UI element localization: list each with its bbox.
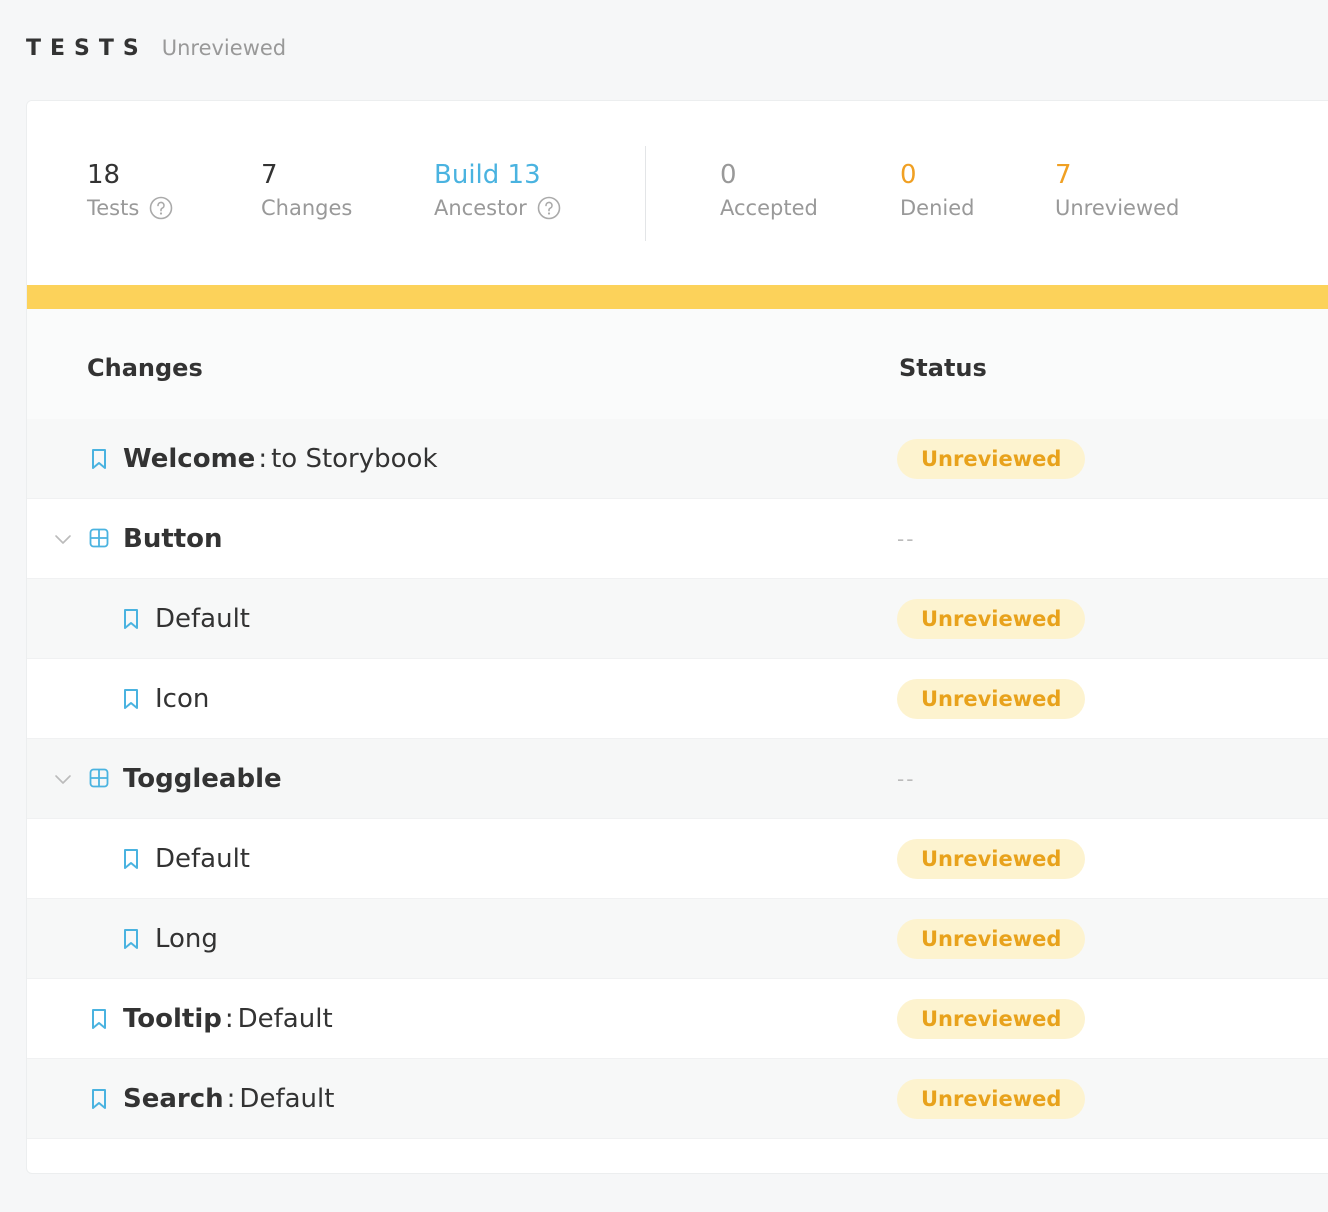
status-badge: Unreviewed (897, 918, 1086, 959)
bookmark-icon (89, 1008, 109, 1030)
status-badge: Unreviewed (897, 838, 1086, 879)
tests-card: 18 Tests 7 Changes Build 13 Ancestor 0 A… (26, 100, 1328, 1174)
stat-tests: 18 Tests (87, 159, 173, 225)
changes-list: Welcome: to Storybook Unreviewed Button -- De… (27, 419, 1328, 1139)
stat-denied-value: 0 (900, 160, 917, 190)
row-name: Toggleable (123, 763, 282, 794)
review-progress-bar (27, 285, 1328, 309)
stat-tests-label: Tests (87, 196, 140, 220)
ancestor-build-link[interactable]: Build 13 (434, 159, 561, 191)
build-summary: 18 Tests 7 Changes Build 13 Ancestor 0 A… (27, 101, 1328, 285)
component-grid-icon (89, 528, 109, 550)
story-name: Default (239, 1083, 335, 1114)
story-row[interactable]: Default Unreviewed (27, 819, 1328, 899)
bookmark-icon (121, 848, 141, 870)
status-badge: Unreviewed (897, 1078, 1086, 1119)
stat-ancestor-label: Ancestor (434, 196, 527, 220)
progress-unreviewed-fill (27, 285, 1328, 309)
stat-changes: 7 Changes (261, 159, 352, 225)
story-row[interactable]: Tooltip: Default Unreviewed (27, 979, 1328, 1059)
story-row[interactable]: Search: Default Unreviewed (27, 1059, 1328, 1139)
stat-accepted: 0 Accepted (720, 159, 818, 225)
story-row[interactable]: Icon Unreviewed (27, 659, 1328, 739)
component-group-row[interactable]: Toggleable -- (27, 739, 1328, 819)
page-subtitle: Unreviewed (161, 36, 287, 60)
status-empty: -- (897, 526, 916, 551)
status-badge: Unreviewed (897, 998, 1086, 1039)
summary-divider (645, 146, 646, 241)
story-name: to Storybook (271, 443, 438, 474)
stat-denied: 0 Denied (900, 159, 974, 225)
row-name: Long (155, 923, 218, 954)
row-name: Button (123, 523, 223, 554)
row-name: Tooltip: Default (123, 1004, 333, 1034)
column-header-changes: Changes (87, 354, 203, 382)
name-separator: : (226, 1083, 236, 1114)
stat-tests-value: 18 (87, 160, 121, 190)
story-row[interactable]: Default Unreviewed (27, 579, 1328, 659)
component-name: Search (123, 1083, 224, 1114)
row-name: Icon (155, 683, 210, 714)
bookmark-icon (121, 608, 141, 630)
stat-unreviewed-label: Unreviewed (1055, 196, 1180, 220)
component-grid-icon (89, 768, 109, 790)
chevron-down-icon[interactable] (53, 769, 73, 789)
component-name: Welcome (123, 443, 256, 474)
stat-denied-label: Denied (900, 196, 975, 220)
page-header: TESTS Unreviewed (26, 30, 286, 66)
row-name: Default (155, 843, 250, 874)
stat-changes-label: Changes (261, 196, 353, 220)
stat-accepted-label: Accepted (720, 196, 818, 220)
stat-changes-value: 7 (261, 160, 278, 190)
table-header: Changes Status (27, 309, 1328, 419)
bookmark-icon (89, 1088, 109, 1110)
component-group-row[interactable]: Button -- (27, 499, 1328, 579)
row-name: Welcome: to Storybook (123, 444, 438, 474)
bookmark-icon (121, 928, 141, 950)
stat-unreviewed-value: 7 (1055, 160, 1072, 190)
help-icon[interactable] (537, 196, 561, 220)
component-name: Tooltip (123, 1003, 222, 1034)
name-separator: : (258, 443, 268, 474)
story-name: Default (237, 1003, 333, 1034)
stat-unreviewed: 7 Unreviewed (1055, 159, 1179, 225)
status-badge: Unreviewed (897, 678, 1086, 719)
row-name: Search: Default (123, 1084, 334, 1114)
help-icon[interactable] (149, 196, 173, 220)
column-header-status: Status (899, 354, 987, 382)
page-title: TESTS (26, 35, 148, 61)
bookmark-icon (89, 448, 109, 470)
chevron-down-icon[interactable] (53, 529, 73, 549)
status-badge: Unreviewed (897, 598, 1086, 639)
status-empty: -- (897, 766, 916, 791)
bookmark-icon (121, 688, 141, 710)
stat-accepted-value: 0 (720, 160, 737, 190)
story-row[interactable]: Long Unreviewed (27, 899, 1328, 979)
status-badge: Unreviewed (897, 438, 1086, 479)
row-name: Default (155, 603, 250, 634)
story-row[interactable]: Welcome: to Storybook Unreviewed (27, 419, 1328, 499)
stat-ancestor: Build 13 Ancestor (434, 159, 561, 225)
name-separator: : (224, 1003, 234, 1034)
